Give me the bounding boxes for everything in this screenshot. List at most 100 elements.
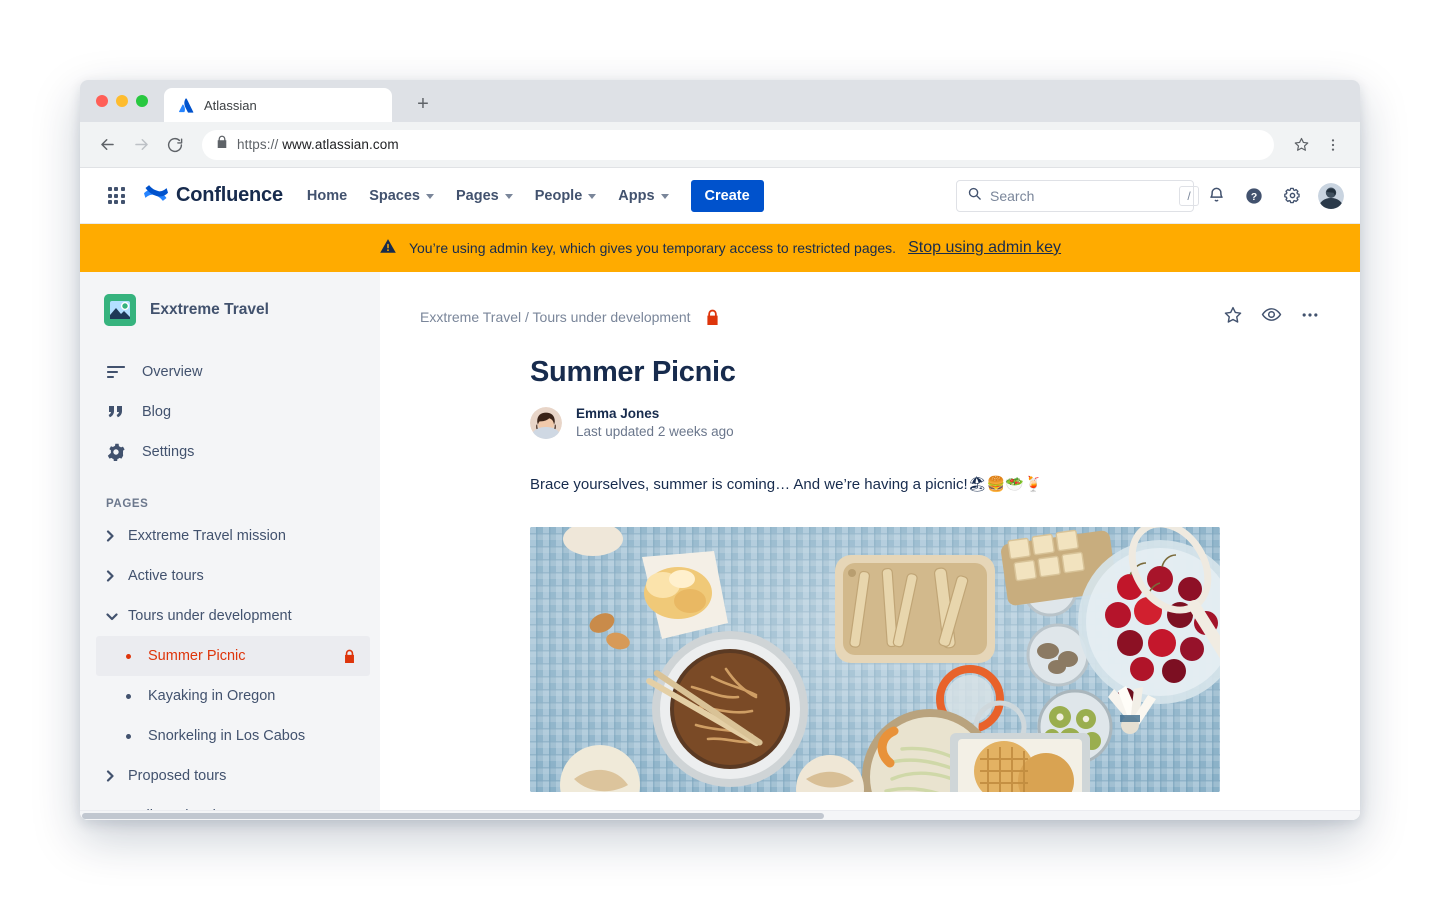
nav-item-home[interactable]: Home	[297, 180, 357, 212]
create-button[interactable]: Create	[690, 179, 764, 212]
breadcrumb[interactable]: Exxtreme Travel / Tours under developmen…	[420, 309, 691, 325]
tree-item-label: Kayaking in Oregon	[148, 688, 276, 704]
intro-paragraph: Brace yourselves, summer is coming… And …	[530, 475, 1320, 494]
page-actions	[1223, 304, 1320, 330]
toolbar-right	[1286, 130, 1348, 160]
search-box[interactable]: /	[956, 179, 1199, 212]
author-avatar[interactable]	[530, 407, 562, 440]
breadcrumb-row: Exxtreme Travel / Tours under developmen…	[420, 304, 1320, 330]
confluence-app: Confluence Home Spaces Pages People Apps…	[80, 168, 1360, 820]
nav-label: Apps	[618, 187, 655, 204]
map-photo-icon	[104, 294, 136, 326]
global-navigation: Confluence Home Spaces Pages People Apps…	[80, 168, 1360, 224]
bookmark-star-icon[interactable]	[1286, 130, 1316, 160]
space-header[interactable]: Exxtreme Travel	[80, 272, 380, 326]
tree-item-label: Active tours	[128, 568, 204, 584]
lock-icon[interactable]	[705, 309, 720, 326]
tree-item-tours-under-development[interactable]: Tours under development	[80, 596, 370, 636]
back-button[interactable]	[92, 130, 122, 160]
space-links: Overview Blog Settings	[80, 352, 380, 472]
page-title: Summer Picnic	[530, 356, 736, 388]
lock-icon	[216, 135, 228, 154]
app-body: Exxtreme Travel Overview Blog Settings P…	[80, 272, 1360, 820]
watch-star-button[interactable]	[1223, 305, 1243, 330]
primary-nav: Home Spaces Pages People Apps Create	[297, 179, 764, 212]
tree-item-exxtreme-travel-mission[interactable]: Exxtreme Travel mission	[80, 516, 370, 556]
new-tab-button[interactable]: +	[408, 89, 438, 119]
watch-eye-button[interactable]	[1261, 304, 1282, 330]
gear-icon[interactable]	[1276, 180, 1308, 212]
tree-item-label: Tours under development	[128, 608, 292, 624]
tree-item-summer-picnic[interactable]: Summer Picnic	[96, 636, 370, 676]
confluence-logo[interactable]: Confluence	[144, 182, 283, 209]
last-updated: Last updated 2 weeks ago	[576, 424, 734, 440]
byline: Emma Jones Last updated 2 weeks ago	[530, 405, 1320, 441]
browser-tab[interactable]: Atlassian	[164, 88, 392, 122]
nav-item-apps[interactable]: Apps	[608, 180, 678, 212]
browser-window: Atlassian + https:// www.atlassian.com C…	[80, 80, 1360, 820]
paragraph-text: Brace yourselves, summer is coming… And …	[530, 475, 968, 493]
reload-button[interactable]	[160, 130, 190, 160]
screenshot-root: Atlassian + https:// www.atlassian.com C…	[0, 0, 1440, 900]
notifications-bell-icon[interactable]	[1200, 180, 1232, 212]
maximize-window-button[interactable]	[136, 95, 148, 107]
stop-using-admin-key-link[interactable]: Stop using admin key	[908, 239, 1061, 257]
url-host: www.atlassian.com	[282, 137, 399, 152]
global-nav-right: / ?	[956, 179, 1344, 212]
avatar[interactable]	[1318, 182, 1344, 209]
tree-item-label: Snorkeling in Los Cabos	[148, 728, 306, 744]
emoji-run: 🏖🍔🥗🍹	[967, 476, 1043, 494]
picnic-photo-svg	[530, 527, 1220, 793]
tree-item-snorkeling-in-los-cabos[interactable]: Snorkeling in Los Cabos	[80, 716, 370, 756]
sidebar-item-overview[interactable]: Overview	[80, 352, 380, 392]
help-icon[interactable]: ?	[1238, 180, 1270, 212]
chevron-down-icon	[588, 194, 597, 199]
sidebar-item-label: Blog	[142, 404, 172, 420]
search-input[interactable]	[990, 187, 1171, 204]
article: Summer Picnic Emma Jones Last updated 2 …	[420, 330, 1320, 820]
admin-key-banner: You’re using admin key, which gives you …	[80, 224, 1360, 272]
confluence-mark-icon	[144, 182, 168, 209]
nav-item-people[interactable]: People	[525, 180, 607, 212]
gear-icon	[106, 443, 126, 461]
minimize-window-button[interactable]	[116, 95, 128, 107]
space-sidebar: Exxtreme Travel Overview Blog Settings P…	[80, 272, 380, 820]
svg-text:?: ?	[1251, 191, 1257, 202]
chevron-right-icon[interactable]	[106, 770, 128, 782]
address-bar[interactable]: https:// www.atlassian.com	[202, 129, 1274, 160]
bullet-icon	[126, 693, 148, 699]
app-switcher-icon[interactable]	[100, 180, 132, 212]
scrollbar-thumb[interactable]	[82, 813, 825, 819]
tab-title: Atlassian	[204, 97, 257, 113]
close-window-button[interactable]	[96, 95, 108, 107]
browser-tabstrip: Atlassian +	[80, 80, 1360, 122]
sidebar-item-label: Overview	[142, 364, 203, 380]
chevron-right-icon[interactable]	[106, 530, 128, 542]
tree-item-label: Proposed tours	[128, 768, 227, 784]
tree-item-kayaking-in-oregon[interactable]: Kayaking in Oregon	[80, 676, 370, 716]
nav-item-pages[interactable]: Pages	[446, 180, 523, 212]
chevron-down-icon	[660, 194, 669, 199]
tree-item-active-tours[interactable]: Active tours	[80, 556, 370, 596]
quote-icon	[106, 405, 126, 420]
url-scheme: https://	[237, 137, 279, 152]
browser-menu-icon[interactable]	[1318, 130, 1348, 160]
nav-label: People	[534, 187, 583, 204]
nav-label: Spaces	[369, 187, 420, 204]
sidebar-item-settings[interactable]: Settings	[80, 432, 380, 472]
nav-item-spaces[interactable]: Spaces	[359, 180, 444, 212]
tree-item-proposed-tours[interactable]: Proposed tours	[80, 756, 370, 796]
content-inner: Exxtreme Travel / Tours under developmen…	[380, 272, 1360, 820]
chevron-down-icon	[426, 194, 434, 199]
sidebar-item-label: Settings	[142, 444, 195, 460]
horizontal-scrollbar[interactable]	[80, 810, 1360, 820]
more-actions-button[interactable]	[1300, 305, 1320, 330]
picnic-photo	[530, 527, 1220, 793]
warning-icon	[379, 237, 397, 260]
sidebar-item-blog[interactable]: Blog	[80, 392, 380, 432]
page-content: Exxtreme Travel / Tours under developmen…	[380, 272, 1360, 820]
chevron-down-icon[interactable]	[106, 612, 128, 621]
forward-button[interactable]	[126, 130, 156, 160]
chevron-right-icon[interactable]	[106, 570, 128, 582]
search-shortcut-badge: /	[1179, 185, 1199, 206]
